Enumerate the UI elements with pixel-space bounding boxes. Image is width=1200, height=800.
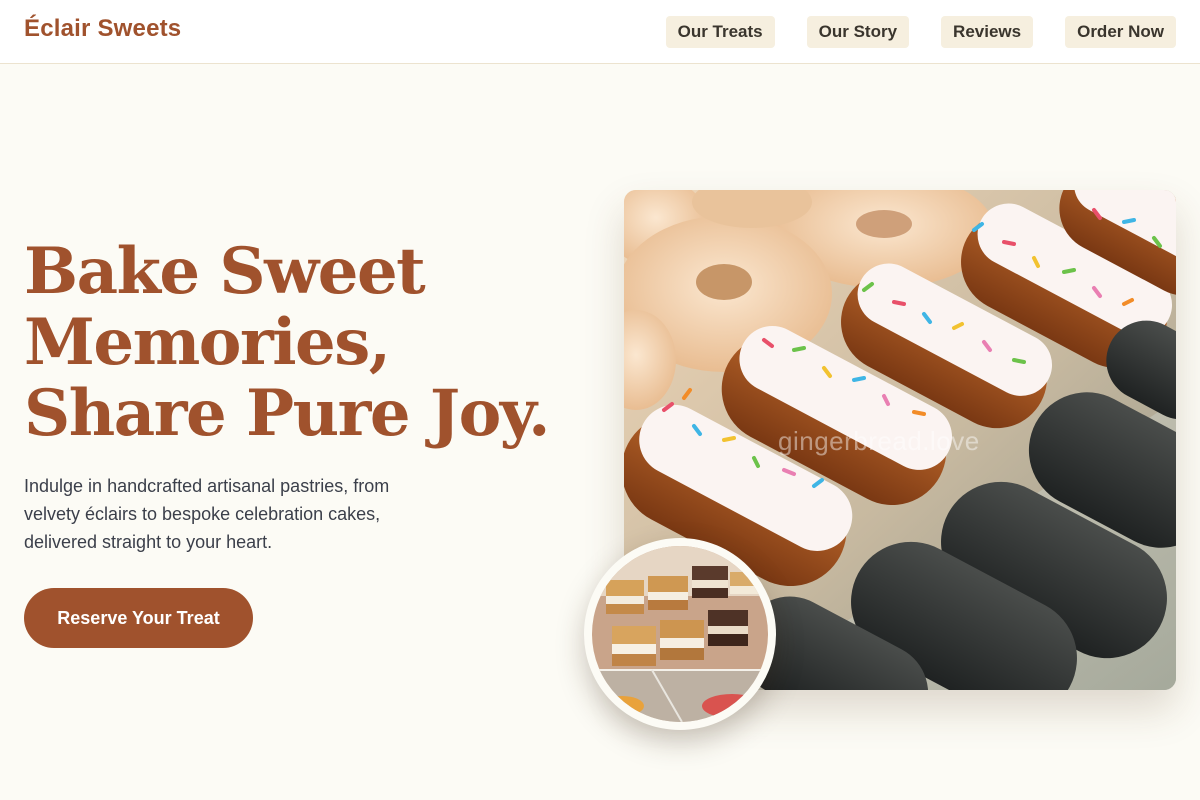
photo-watermark: gingerbread.love bbox=[778, 426, 980, 456]
intro-line-3: delivered straight to your heart. bbox=[24, 532, 273, 552]
inset-cake-photo bbox=[584, 538, 776, 730]
headline-line-2: Memories, bbox=[24, 305, 391, 380]
headline-line-1: Bake Sweet bbox=[24, 234, 426, 309]
main-nav: Our Treats Our Story Reviews Order Now bbox=[665, 16, 1176, 48]
hero-intro-text: Indulge in handcrafted artisanal pastrie… bbox=[24, 472, 444, 556]
top-navigation-bar: Éclair Sweets Our Treats Our Story Revie… bbox=[0, 0, 1200, 64]
hero-headline: Bake Sweet Memories, Share Pure Joy. bbox=[24, 236, 584, 449]
headline-line-3: Share Pure Joy. bbox=[24, 376, 550, 451]
brand-logo[interactable]: Éclair Sweets bbox=[24, 15, 181, 43]
nav-our-treats[interactable]: Our Treats bbox=[665, 16, 775, 48]
intro-line-1: Indulge in handcrafted artisanal pastrie… bbox=[24, 476, 390, 496]
nav-our-story[interactable]: Our Story bbox=[806, 16, 910, 48]
nav-order-now[interactable]: Order Now bbox=[1065, 16, 1176, 48]
intro-line-2: velvety éclairs to bespoke celebration c… bbox=[24, 504, 381, 524]
nav-reviews[interactable]: Reviews bbox=[941, 16, 1034, 48]
reserve-treat-button[interactable]: Reserve Your Treat bbox=[24, 588, 253, 648]
